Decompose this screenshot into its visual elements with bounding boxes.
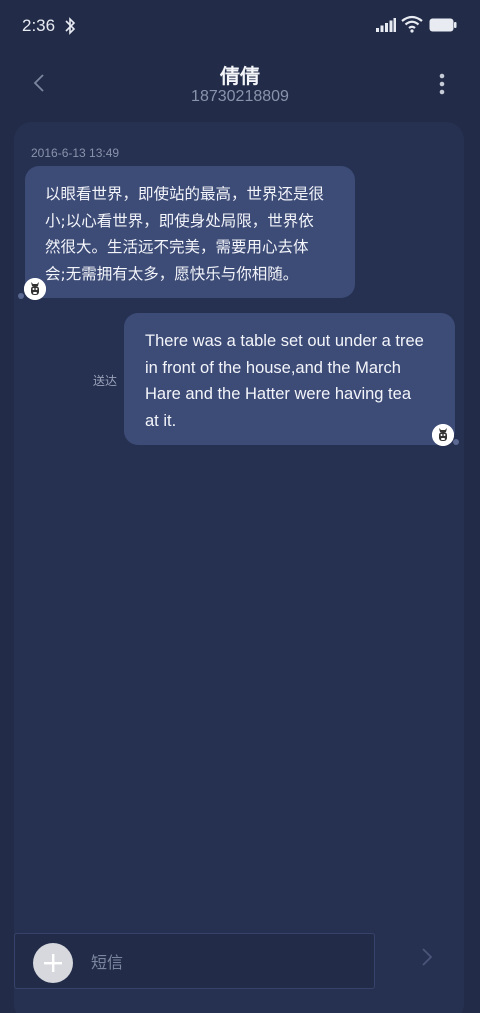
bluetooth-icon	[65, 17, 76, 35]
contact-avatar[interactable]	[24, 278, 46, 300]
status-bar: 2:36	[0, 0, 480, 54]
outgoing-status-dot	[453, 439, 459, 445]
send-button[interactable]	[414, 944, 440, 970]
contact-number: 18730218809	[191, 88, 289, 105]
status-time: 2:36	[22, 16, 56, 35]
message-timestamp: 2016-6-13 13:49	[31, 146, 120, 160]
contact-name: 倩倩	[220, 64, 260, 88]
plus-icon	[44, 954, 62, 972]
chevron-right-icon	[422, 948, 433, 966]
message-line: Hare and the Hatter were having tea	[145, 385, 411, 403]
message-input[interactable]	[91, 948, 361, 976]
more-vertical-icon	[439, 73, 445, 95]
add-attachment-button[interactable]	[33, 943, 73, 983]
wifi-icon	[401, 15, 423, 33]
compose-bar	[14, 933, 375, 989]
messaging-screen: 2:36 倩倩 18730218809 2016-6-13 13:49 以眼看世…	[0, 0, 480, 1013]
delivered-status: 送达	[93, 374, 118, 388]
message-line: 然很大。生活远不完美，需要用心去体	[45, 238, 309, 256]
battery-icon	[429, 18, 457, 32]
incoming-status-dot	[18, 293, 24, 299]
outgoing-message-bubble[interactable]: There was a table set out under a tree i…	[124, 313, 455, 445]
message-line: 会;无需拥有太多，愿快乐与你相随。	[45, 264, 299, 283]
message-line: 小;以心看世界，即使身处局限，世界依	[45, 211, 314, 230]
message-line: There was a table set out under a tree	[145, 332, 424, 350]
user-avatar[interactable]	[432, 424, 454, 446]
conversation-header: 倩倩 18730218809	[0, 54, 480, 118]
message-line: at it.	[145, 411, 177, 430]
llama-avatar-icon	[432, 424, 454, 446]
message-line: 以眼看世界，即使站的最高，世界还是很	[45, 185, 325, 203]
message-list[interactable]: 2016-6-13 13:49 以眼看世界，即使站的最高，世界还是很 小;以心看…	[14, 122, 464, 1013]
more-button[interactable]	[430, 70, 454, 100]
message-line: in front of the house,and the March	[145, 358, 401, 377]
signal-icon	[376, 18, 396, 32]
llama-avatar-icon	[24, 278, 46, 300]
incoming-message-bubble[interactable]: 以眼看世界，即使站的最高，世界还是很 小;以心看世界，即使身处局限，世界依 然很…	[25, 166, 355, 298]
